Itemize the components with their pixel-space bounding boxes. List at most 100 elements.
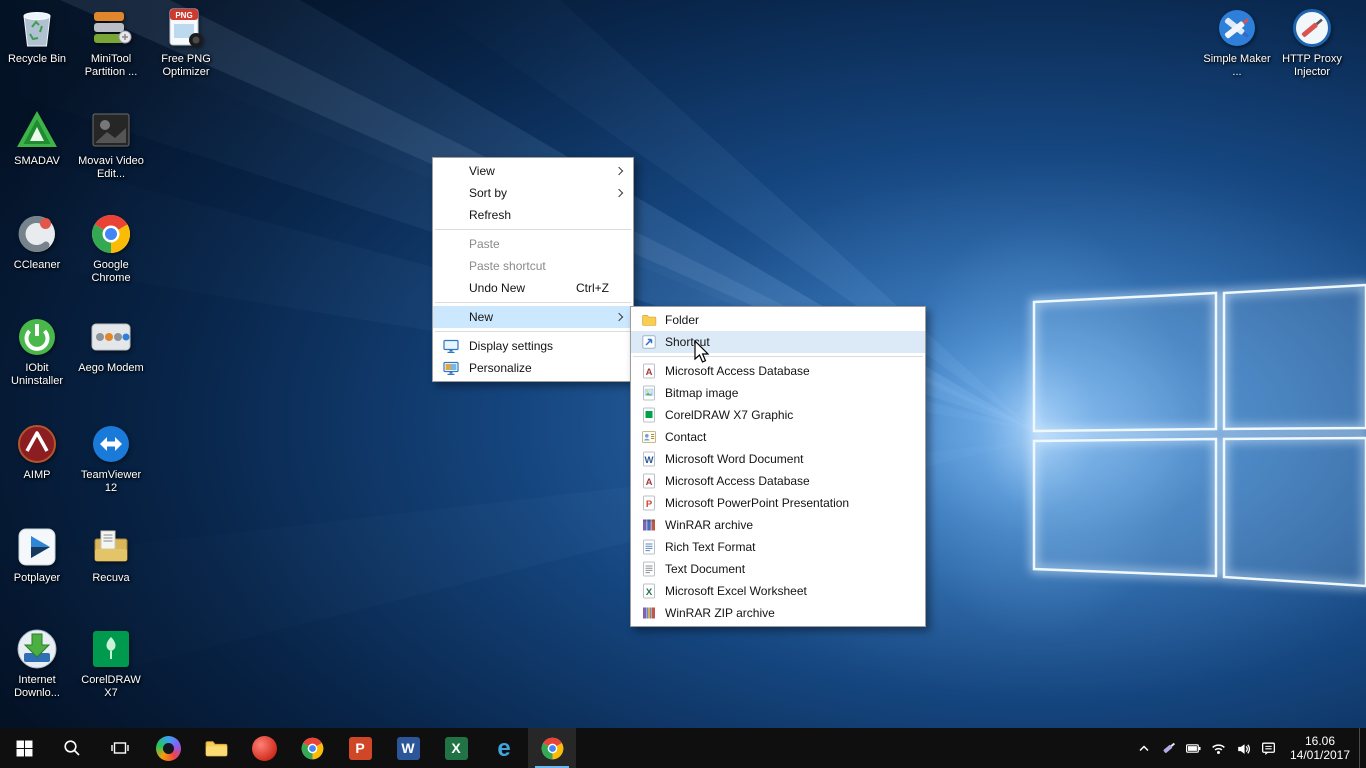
taskbar-app-chrome[interactable] [288,728,336,768]
desktop-icon-label: Recycle Bin [7,53,67,65]
submenu-item-word-document[interactable]: W Microsoft Word Document [631,448,925,470]
tray-volume[interactable] [1231,728,1256,768]
submenu-item-access-database[interactable]: A Microsoft Access Database [631,360,925,382]
menu-item-label: Display settings [469,339,554,353]
tray-battery[interactable] [1181,728,1206,768]
desktop-icon-label: SMADAV [14,155,60,167]
desktop-icon-aimp[interactable]: AIMP [1,422,73,482]
http-proxy-injector-icon [1290,6,1334,50]
hidden-icons-button[interactable] [1131,728,1156,768]
submenu-item-winrar-zip-archive[interactable]: WinRAR ZIP archive [631,602,925,624]
menu-item-sort-by[interactable]: Sort by [433,182,633,204]
taskbar-app-chrome-active[interactable] [528,728,576,768]
desktop-icon-iobit-uninstaller[interactable]: IObit Uninstaller [1,315,73,388]
taskbar-app-edge[interactable]: e [480,728,528,768]
show-desktop-button[interactable] [1359,728,1366,768]
menu-item-undo-new[interactable]: Undo New Ctrl+Z [433,277,633,299]
desktop-icon-simple-maker[interactable]: Simple Maker ... [1201,6,1273,79]
submenu-item-text-document[interactable]: Text Document [631,558,925,580]
iobit-uninstaller-icon [15,315,59,359]
desktop-icon-aego-modem[interactable]: Aego Modem [75,315,147,375]
menu-item-label: View [469,164,495,178]
menu-item-label: Folder [665,313,700,327]
menu-item-new[interactable]: New [433,306,633,328]
proxy-app-icon [1163,742,1175,753]
desktop-icon-coreldraw-x7[interactable]: CorelDRAW X7 [75,627,147,700]
desktop-icon-label: IObit Uninstaller [11,362,63,387]
desktop-icon-free-png-optimizer[interactable]: PNG Free PNG Optimizer [150,6,222,79]
taskbar-app-file-explorer[interactable] [192,728,240,768]
menu-item-label: Refresh [469,208,512,222]
menu-item-label: Bitmap image [665,386,739,400]
desktop-icon-teamviewer[interactable]: TeamViewer 12 [75,422,147,495]
submenu-item-shortcut[interactable]: Shortcut [631,331,925,353]
desktop-icon-http-proxy-injector[interactable]: HTTP Proxy Injector [1276,6,1348,79]
taskbar-app-colorful[interactable] [144,728,192,768]
menu-item-personalize[interactable]: Personalize [433,357,633,379]
potplayer-icon [15,525,59,569]
submenu-item-rich-text-format[interactable]: Rich Text Format [631,536,925,558]
desktop-icon-ccleaner[interactable]: CCleaner [1,212,73,272]
edge-icon: e [497,735,510,761]
desktop-icon-google-chrome[interactable]: Google Chrome [75,212,147,285]
taskbar-app-powerpoint[interactable]: P [336,728,384,768]
word-icon: W [396,736,420,760]
powerpoint-file-icon: P [641,495,657,511]
svg-text:P: P [646,499,653,510]
desktop-icon-recuva[interactable]: Recuva [75,525,147,585]
taskbar-app-recorder[interactable] [240,728,288,768]
taskbar-app-excel[interactable]: X [432,728,480,768]
clock-time: 16.06 [1304,734,1336,748]
start-button[interactable] [0,728,48,768]
submenu-item-excel-worksheet[interactable]: X Microsoft Excel Worksheet [631,580,925,602]
submenu-arrow-icon [614,188,624,198]
desktop-icon-label: CorelDRAW X7 [81,674,141,699]
submenu-item-contact[interactable]: Contact [631,426,925,448]
menu-item-label: Microsoft Access Database [665,364,810,378]
desktop-icon-minitool-partition[interactable]: MiniTool Partition ... [75,6,147,79]
desktop-icon-label: Google Chrome [91,259,131,284]
submenu-item-winrar-archive[interactable]: WinRAR archive [631,514,925,536]
menu-item-label: Paste [469,237,500,251]
desktop-icon-label: MiniTool Partition ... [84,53,138,78]
tray-action-center[interactable] [1256,728,1281,768]
coreldraw-file-icon [641,407,657,423]
menu-item-refresh[interactable]: Refresh [433,204,633,226]
menu-item-label: Undo New [469,281,526,295]
menu-item-paste-shortcut: Paste shortcut [433,255,633,277]
taskbar-app-word[interactable]: W [384,728,432,768]
contact-file-icon [641,429,657,445]
folder-icon [641,312,657,328]
chrome-icon [301,737,323,759]
menu-separator [435,229,631,230]
wifi-icon [1212,743,1225,754]
menu-item-display-settings[interactable]: Display settings [433,335,633,357]
desktop-icon-movavi[interactable]: Movavi Video Edit... [75,108,147,181]
tray-proxy-app[interactable] [1156,728,1181,768]
menu-item-label: Sort by [469,186,508,200]
search-icon [64,740,80,756]
desktop-icon-smadav[interactable]: SMADAV [1,108,73,168]
task-view-button[interactable] [96,728,144,768]
desktop-icon-internet-download-manager[interactable]: Internet Downlo... [1,627,73,700]
smadav-icon [15,108,59,152]
text-file-icon [641,561,657,577]
menu-item-view[interactable]: View [433,160,633,182]
search-button[interactable] [48,728,96,768]
submenu-item-access-database-2[interactable]: A Microsoft Access Database [631,470,925,492]
submenu-item-powerpoint-presentation[interactable]: P Microsoft PowerPoint Presentation [631,492,925,514]
submenu-item-coreldraw-graphic[interactable]: CorelDRAW X7 Graphic [631,404,925,426]
menu-separator [435,331,631,332]
bitmap-file-icon [641,385,657,401]
menu-item-shortcut: Ctrl+Z [576,281,609,295]
taskbar-clock[interactable]: 16.06 14/01/2017 [1281,728,1359,768]
tray-network[interactable] [1206,728,1231,768]
menu-item-label: Microsoft PowerPoint Presentation [665,496,850,510]
movavi-icon [89,108,133,152]
desktop-icon-recycle-bin[interactable]: Recycle Bin [1,6,73,66]
desktop-icon-potplayer[interactable]: Potplayer [1,525,73,585]
aimp-icon [15,422,59,466]
speaker-icon [1238,743,1250,754]
submenu-item-bitmap-image[interactable]: Bitmap image [631,382,925,404]
submenu-item-folder[interactable]: Folder [631,309,925,331]
